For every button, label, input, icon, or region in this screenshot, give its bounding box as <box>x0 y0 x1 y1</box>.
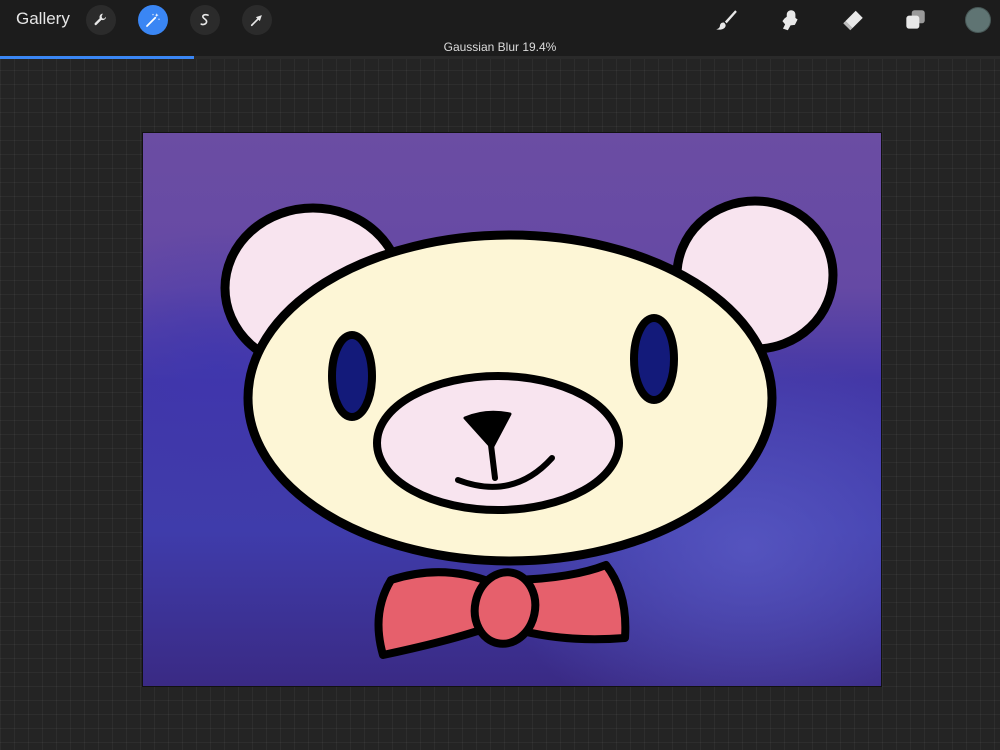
brush-button[interactable] <box>710 5 742 35</box>
bear-right-eye <box>630 314 678 404</box>
bear-left-eye <box>328 331 376 421</box>
top-toolbar: Gallery Gaussian Blur 19.4% <box>0 0 1000 56</box>
layers-icon <box>906 10 925 29</box>
smudge-icon <box>782 10 798 31</box>
layers-button[interactable] <box>899 5 931 35</box>
gallery-button[interactable]: Gallery <box>16 9 70 29</box>
transform-button[interactable] <box>242 5 272 35</box>
magic-adjust-button[interactable] <box>138 5 168 35</box>
color-picker-swatch[interactable] <box>965 7 991 33</box>
selection-button[interactable] <box>190 5 220 35</box>
adjustments-button[interactable] <box>86 5 116 35</box>
bear-muzzle <box>373 372 623 514</box>
brush-icon <box>716 10 737 30</box>
canvas-artwork <box>143 133 881 686</box>
smudge-button[interactable] <box>774 5 806 35</box>
selection-s-icon <box>200 13 209 26</box>
magic-wand-icon <box>146 13 161 27</box>
blur-progress-fill <box>0 56 194 59</box>
eraser-icon <box>843 10 863 31</box>
wrench-icon <box>94 13 107 26</box>
eraser-button[interactable] <box>837 5 869 35</box>
drawing-canvas[interactable] <box>143 133 881 686</box>
gaussian-blur-status: Gaussian Blur 19.4% <box>443 40 557 54</box>
arrow-cursor-icon <box>250 15 262 27</box>
bear-nose-line <box>488 442 498 481</box>
blur-progress-bar[interactable] <box>0 56 1000 59</box>
